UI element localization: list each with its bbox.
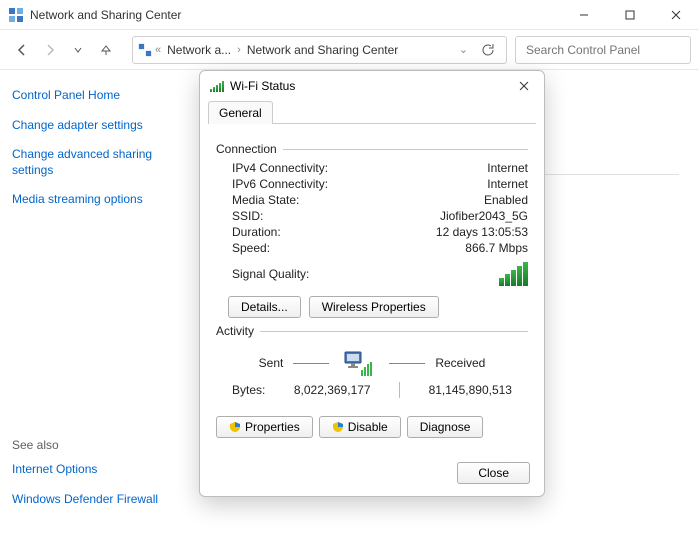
- shield-icon: [332, 421, 344, 433]
- wifi-status-dialog: Wi-Fi Status General Connection IPv4 Con…: [199, 70, 545, 497]
- recent-dropdown[interactable]: [64, 36, 92, 64]
- dialog-title: Wi-Fi Status: [230, 79, 514, 93]
- ipv6-label: IPv6 Connectivity:: [232, 177, 328, 191]
- chevron-down-icon[interactable]: ⌄: [459, 43, 468, 56]
- titlebar: Network and Sharing Center: [0, 0, 699, 30]
- refresh-button[interactable]: [474, 36, 502, 64]
- network-activity-icon: [339, 348, 379, 378]
- close-window-button[interactable]: [653, 0, 699, 30]
- wireless-properties-button[interactable]: Wireless Properties: [309, 296, 439, 318]
- disable-button[interactable]: Disable: [319, 416, 401, 438]
- dialog-titlebar: Wi-Fi Status: [200, 71, 544, 101]
- ssid-value: Jiofiber2043_5G: [440, 209, 528, 223]
- divider: [293, 363, 329, 364]
- details-button[interactable]: Details...: [228, 296, 301, 318]
- group-connection: Connection: [216, 142, 528, 156]
- properties-button[interactable]: Properties: [216, 416, 313, 438]
- sidebar-firewall-link[interactable]: Windows Defender Firewall: [12, 492, 183, 508]
- ipv6-value: Internet: [487, 177, 528, 191]
- back-button[interactable]: [8, 36, 36, 64]
- forward-button[interactable]: [36, 36, 64, 64]
- group-activity: Activity: [216, 324, 528, 338]
- speed-value: 866.7 Mbps: [465, 241, 528, 255]
- bytes-sent-value: 8,022,369,177: [294, 383, 371, 397]
- network-center-icon: [8, 7, 24, 23]
- ipv4-label: IPv4 Connectivity:: [232, 161, 328, 175]
- speed-label: Speed:: [232, 241, 270, 255]
- divider: [389, 363, 425, 364]
- bytes-label: Bytes:: [232, 383, 265, 397]
- ipv4-value: Internet: [487, 161, 528, 175]
- maximize-button[interactable]: [607, 0, 653, 30]
- divider: [399, 382, 400, 398]
- sidebar-home-link[interactable]: Control Panel Home: [12, 88, 183, 104]
- breadcrumb-seg[interactable]: Network a...: [163, 43, 235, 57]
- media-state-value: Enabled: [484, 193, 528, 207]
- media-state-label: Media State:: [232, 193, 299, 207]
- sidebar-media-link[interactable]: Media streaming options: [12, 192, 183, 208]
- signal-quality-label: Signal Quality:: [232, 267, 309, 281]
- diagnose-button[interactable]: Diagnose: [407, 416, 484, 438]
- address-bar[interactable]: « Network a... › Network and Sharing Cen…: [132, 36, 507, 64]
- sent-label: Sent: [259, 356, 284, 370]
- breadcrumb-seg[interactable]: Network and Sharing Center: [243, 43, 402, 57]
- tab-general[interactable]: General: [208, 101, 273, 124]
- search-input[interactable]: [524, 42, 683, 58]
- sidebar-advanced-link[interactable]: Change advanced sharing settings: [12, 147, 183, 178]
- window-title: Network and Sharing Center: [30, 8, 561, 22]
- chevron-right-icon: ›: [237, 44, 241, 56]
- signal-quality-icon: [499, 262, 528, 286]
- signal-icon: [210, 81, 224, 92]
- toolbar: « Network a... › Network and Sharing Cen…: [0, 30, 699, 70]
- dialog-close-button[interactable]: [514, 76, 534, 96]
- bytes-received-value: 81,145,890,513: [429, 383, 512, 397]
- sidebar-adapter-link[interactable]: Change adapter settings: [12, 118, 183, 134]
- shield-icon: [229, 421, 241, 433]
- chevron-left-icon: «: [155, 44, 161, 56]
- close-button[interactable]: Close: [457, 462, 530, 484]
- sidebar-inet-options-link[interactable]: Internet Options: [12, 462, 183, 478]
- duration-value: 12 days 13:05:53: [436, 225, 528, 239]
- minimize-button[interactable]: [561, 0, 607, 30]
- see-also-label: See also: [12, 438, 183, 452]
- network-center-icon: [137, 42, 153, 58]
- sidebar: Control Panel Home Change adapter settin…: [0, 70, 195, 554]
- received-label: Received: [435, 356, 485, 370]
- up-button[interactable]: [92, 36, 120, 64]
- ssid-label: SSID:: [232, 209, 263, 223]
- duration-label: Duration:: [232, 225, 281, 239]
- search-box[interactable]: [515, 36, 691, 64]
